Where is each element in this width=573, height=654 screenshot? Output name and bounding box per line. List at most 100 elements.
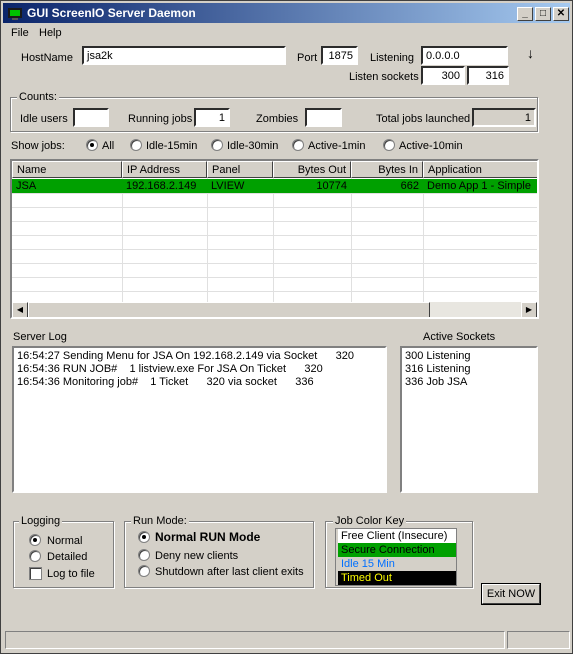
menu-file[interactable]: File [11,27,29,39]
socket-line: 300 Listening [405,350,471,362]
grid-line [12,249,537,250]
socket-line: 336 Job JSA [405,376,468,388]
logging-normal-label[interactable]: Normal [47,535,82,547]
grid-line [122,178,123,302]
log-line: 16:54:36 Monitoring job# 1 Ticket 320 vi… [17,376,314,388]
menu-bar: File Help [3,25,570,43]
grid-line [12,235,537,236]
active-sockets-label: Active Sockets [423,331,496,343]
column-header-bytes-in[interactable]: Bytes In [351,161,423,178]
show-active10-radio[interactable] [383,139,395,151]
title-bar[interactable]: GUI ScreenIO Server Daemon _ □ ✕ [3,3,570,23]
listening-label: Listening [370,52,415,64]
listen-sockets-label: Listen sockets [349,71,419,83]
run-mode-deny-radio[interactable] [138,549,150,561]
scroll-right-icon[interactable]: ▶ [521,302,537,317]
maximize-button[interactable]: □ [535,7,551,21]
close-button[interactable]: ✕ [553,7,569,21]
show-active1-label[interactable]: Active-1min [308,140,365,152]
server-log-label: Server Log [13,331,67,343]
run-mode-normal-radio[interactable] [138,531,150,543]
port-field[interactable]: 1875 [321,46,358,65]
color-key-group-title: Job Color Key [333,515,407,527]
grid-line [273,178,274,302]
table-cell-ip: 192.168.2.149 [126,180,197,192]
color-key-list: Free Client (Insecure) Secure Connection… [335,528,457,586]
scroll-left-icon[interactable]: ◀ [12,302,28,317]
run-mode-shutdown-radio[interactable] [138,565,150,577]
column-header-application[interactable]: Application [423,161,537,178]
run-mode-group-title: Run Mode: [131,515,189,527]
running-jobs-field[interactable]: 1 [194,108,230,127]
port-label: Port [297,52,318,64]
counts-group-title: Counts: [17,91,59,103]
table-cell-bytes-in: 662 [400,180,419,192]
table-cell-panel: LVIEW [211,180,245,192]
socket-line: 316 Listening [405,363,471,375]
show-idle30-label[interactable]: Idle-30min [227,140,278,152]
logging-detailed-label[interactable]: Detailed [47,551,87,563]
show-idle15-radio[interactable] [130,139,142,151]
hostname-field[interactable]: jsa2k [82,46,286,65]
minimize-button[interactable]: _ [517,7,533,21]
zombies-field[interactable] [305,108,342,127]
grid-line [423,178,424,302]
app-icon [8,8,22,20]
running-jobs-label: Running jobs [128,113,193,125]
hostname-label: HostName [21,52,73,64]
status-bar [5,631,505,649]
total-jobs-label: Total jobs launched [376,113,471,125]
logging-normal-radio[interactable] [29,534,41,546]
menu-help[interactable]: Help [39,27,62,39]
run-mode-shutdown-label[interactable]: Shutdown after last client exits [155,566,304,578]
grid-line [12,277,537,278]
server-log-textarea[interactable]: 16:54:27 Sending Menu for JSA On 192.168… [12,346,387,493]
key-secure-connection: Secure Connection [338,543,456,557]
table-cell-bytes-out: 10774 [316,180,347,192]
horizontal-scrollbar[interactable]: ◀ ▶ [12,302,537,317]
logging-detailed-radio[interactable] [29,550,41,562]
show-all-radio[interactable] [86,139,98,151]
grid-line [351,178,352,302]
log-line: 16:54:36 RUN JOB# 1 listview.exe For JSA… [17,363,323,375]
listen-socket-2-field[interactable]: 316 [467,66,509,85]
main-window: GUI ScreenIO Server Daemon _ □ ✕ File He… [0,0,573,654]
show-idle30-radio[interactable] [211,139,223,151]
key-timed-out: Timed Out [338,571,456,585]
show-active10-label[interactable]: Active-10min [399,140,463,152]
active-sockets-list[interactable]: 300 Listening 316 Listening 336 Job JSA [400,346,538,493]
scroll-thumb[interactable] [28,302,430,317]
exit-now-button[interactable]: Exit NOW [482,584,540,604]
grid-line [207,178,208,302]
table-row[interactable]: JSA 192.168.2.149 LVIEW 10774 662 Demo A… [12,179,537,193]
logging-group-title: Logging [19,515,63,527]
show-all-label[interactable]: All [102,140,114,152]
run-mode-normal-label[interactable]: Normal RUN Mode [155,530,260,544]
listen-socket-1-field[interactable]: 300 [421,66,465,85]
column-header-ip[interactable]: IP Address [122,161,207,178]
jobs-table[interactable]: Name IP Address Panel Bytes Out Bytes In… [10,159,539,319]
show-idle15-label[interactable]: Idle-15min [146,140,197,152]
zombies-label: Zombies [256,113,299,125]
log-to-file-label[interactable]: Log to file [47,568,95,580]
show-active1-radio[interactable] [292,139,304,151]
show-jobs-label: Show jobs: [11,140,65,152]
grid-line [12,207,537,208]
status-bar-grip[interactable] [507,631,570,649]
column-header-bytes-out[interactable]: Bytes Out [273,161,351,178]
table-cell-name: JSA [16,180,37,192]
window-title: GUI ScreenIO Server Daemon [27,6,196,20]
down-arrow-icon[interactable]: ↓ [527,45,534,61]
log-to-file-checkbox[interactable] [29,567,42,580]
listening-field[interactable]: 0.0.0.0 [421,46,508,65]
grid-line [12,291,537,292]
idle-users-label: Idle users [20,113,68,125]
column-header-name[interactable]: Name [12,161,122,178]
run-mode-deny-label[interactable]: Deny new clients [155,550,238,562]
idle-users-field[interactable] [73,108,109,127]
table-cell-application: Demo App 1 - Simple [427,180,531,192]
log-line: 16:54:27 Sending Menu for JSA On 192.168… [17,350,354,362]
grid-line [12,263,537,264]
column-header-panel[interactable]: Panel [207,161,273,178]
total-jobs-field: 1 [472,108,536,127]
